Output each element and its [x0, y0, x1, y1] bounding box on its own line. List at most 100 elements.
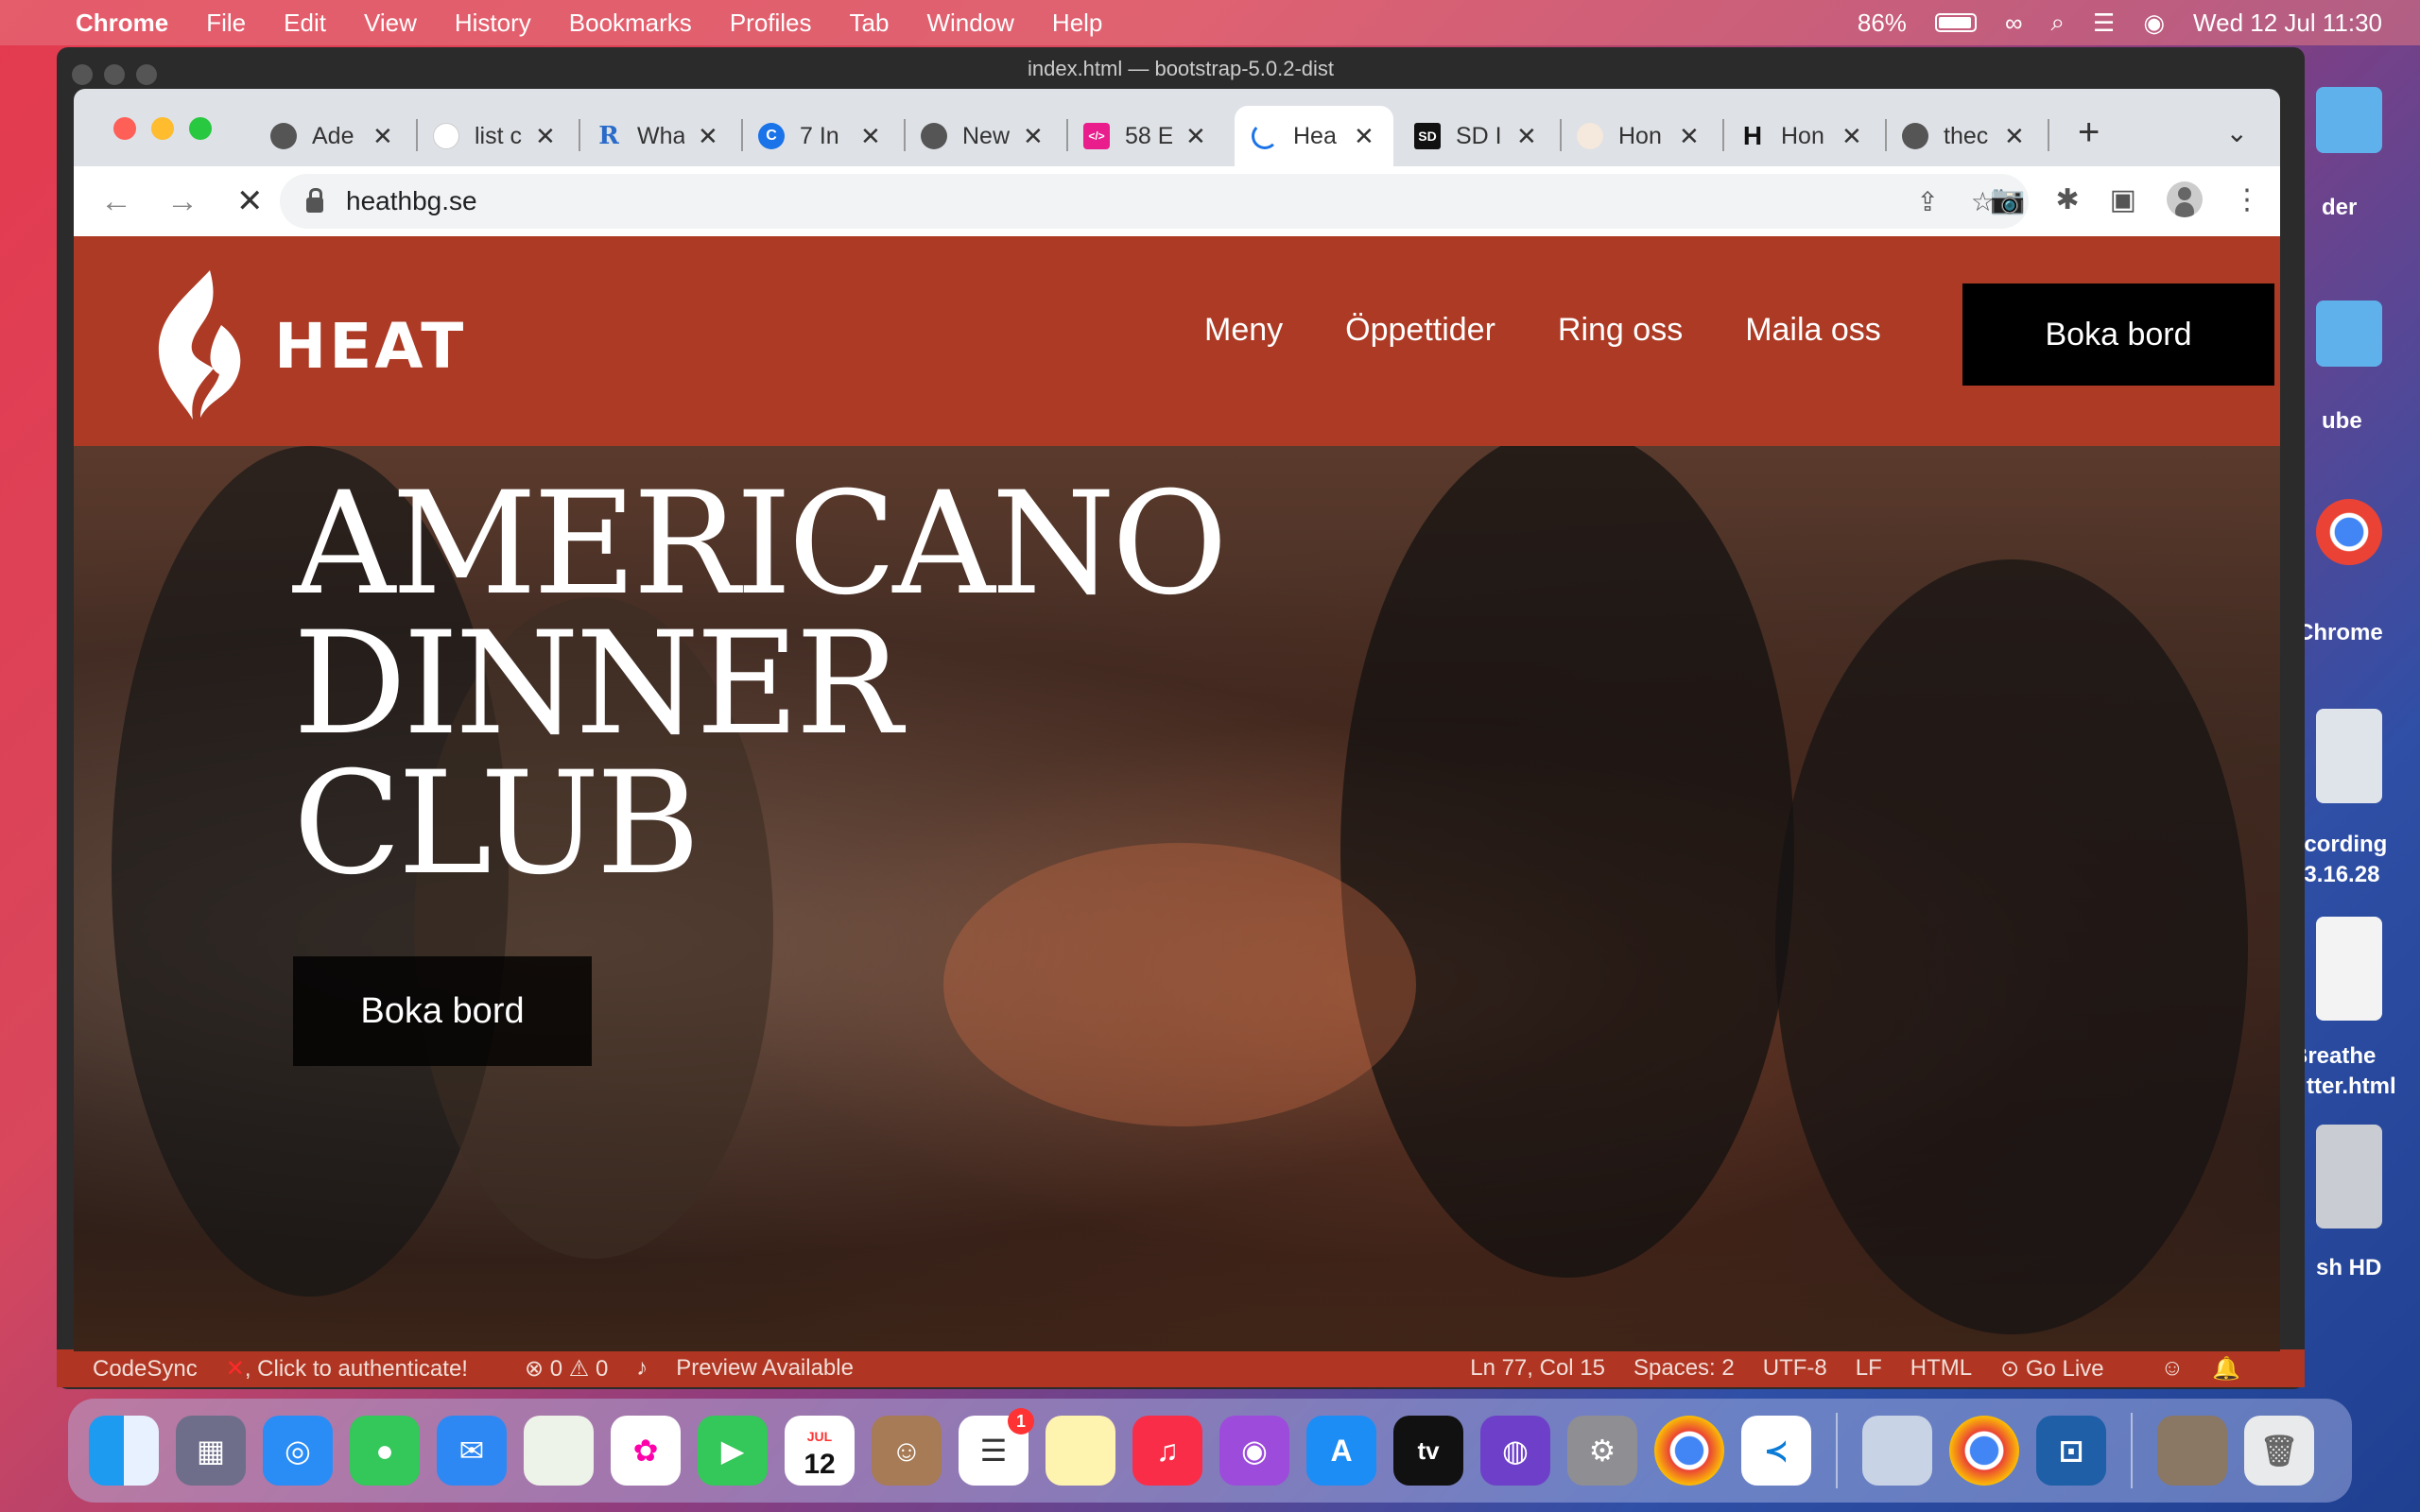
flame-logo-icon[interactable]: [155, 270, 246, 420]
indent-setting[interactable]: Spaces: 2: [1634, 1355, 1735, 1383]
mail-icon[interactable]: ✉: [437, 1416, 507, 1486]
close-tab-icon[interactable]: ✕: [860, 122, 881, 151]
language-mode[interactable]: HTML: [1910, 1355, 1972, 1383]
github-desktop-icon[interactable]: ◍: [1480, 1416, 1550, 1486]
menu-file[interactable]: File: [206, 9, 246, 38]
close-tab-icon[interactable]: ✕: [1679, 122, 1700, 151]
close-tab-icon[interactable]: ✕: [698, 122, 718, 151]
screen-recording-file-icon[interactable]: [2316, 709, 2382, 803]
launchpad-icon[interactable]: ▦: [176, 1416, 246, 1486]
stop-loading-icon[interactable]: ✕: [236, 182, 264, 220]
close-tab-icon[interactable]: ✕: [372, 122, 393, 151]
close-tab-icon[interactable]: ✕: [1023, 122, 1044, 151]
extensions-puzzle-icon[interactable]: ✱: [2056, 183, 2080, 216]
notes-icon[interactable]: [1046, 1416, 1115, 1486]
apple-tv-icon[interactable]: tv: [1393, 1416, 1463, 1486]
menu-help[interactable]: Help: [1052, 9, 1102, 38]
minimize-window-button[interactable]: [151, 117, 174, 140]
codesync-status[interactable]: CodeSync ✕, Click to authenticate!: [93, 1355, 496, 1383]
podcasts-icon[interactable]: ◉: [1219, 1416, 1289, 1486]
url-text[interactable]: heathbg.se: [346, 186, 477, 216]
hard-drive-icon[interactable]: [2316, 1125, 2382, 1228]
nav-link-maila-oss[interactable]: Maila oss: [1745, 312, 1881, 349]
preview-icon[interactable]: ♪: [636, 1355, 648, 1382]
menu-view[interactable]: View: [364, 9, 417, 38]
close-tab-icon[interactable]: ✕: [1841, 122, 1862, 151]
battery-percent[interactable]: 86%: [1858, 9, 1907, 38]
close-window-button[interactable]: [113, 117, 136, 140]
back-arrow-icon[interactable]: ←: [100, 183, 132, 220]
close-tab-icon[interactable]: ✕: [2004, 122, 2025, 151]
menu-tab[interactable]: Tab: [850, 9, 890, 38]
tab[interactable]: SD SD I ✕: [1397, 106, 1562, 166]
chrome-window-icon[interactable]: [1949, 1416, 2019, 1486]
nav-link-meny[interactable]: Meny: [1204, 312, 1283, 349]
menu-app-name[interactable]: Chrome: [76, 9, 168, 38]
close-tab-icon[interactable]: ✕: [1354, 122, 1374, 151]
bracket-window-icon[interactable]: ⊡: [2036, 1416, 2106, 1486]
cursor-position[interactable]: Ln 77, Col 15: [1470, 1355, 1605, 1383]
close-tab-icon[interactable]: ✕: [535, 122, 556, 151]
music-icon[interactable]: ♫: [1132, 1416, 1202, 1486]
system-preferences-icon[interactable]: ⚙: [1567, 1416, 1637, 1486]
tab[interactable]: </> 58 E ✕: [1066, 106, 1229, 166]
forward-arrow-icon[interactable]: →: [166, 183, 199, 220]
lock-icon[interactable]: [306, 188, 323, 213]
preview-document-icon[interactable]: [1862, 1416, 1932, 1486]
menu-profiles[interactable]: Profiles: [730, 9, 812, 38]
nav-link-oppettider[interactable]: Öppettider: [1345, 312, 1495, 349]
siri-icon[interactable]: ◉: [2143, 9, 2165, 38]
close-tab-icon[interactable]: ✕: [1185, 122, 1206, 151]
problems-status[interactable]: ⊗ 0 ⚠ 0: [525, 1355, 608, 1383]
tab-active[interactable]: Hea ✕: [1235, 106, 1393, 166]
tab-search-chevron-icon[interactable]: ⌄: [2226, 117, 2248, 148]
profile-avatar[interactable]: [2167, 181, 2203, 217]
tab[interactable]: H Hon ✕: [1722, 106, 1887, 166]
encoding[interactable]: UTF-8: [1763, 1355, 1827, 1383]
trash-icon[interactable]: 🗑: [2244, 1416, 2314, 1486]
html-file-icon[interactable]: [2316, 917, 2382, 1021]
messages-icon[interactable]: ●: [350, 1416, 420, 1486]
close-tab-icon[interactable]: ✕: [1516, 122, 1537, 151]
tab[interactable]: Ade ✕: [253, 106, 418, 166]
app-store-icon[interactable]: A: [1306, 1416, 1376, 1486]
line-ending[interactable]: LF: [1856, 1355, 1882, 1383]
menu-edit[interactable]: Edit: [284, 9, 326, 38]
control-center-icon[interactable]: ☰: [2093, 9, 2115, 38]
menu-window[interactable]: Window: [926, 9, 1013, 38]
preview-status[interactable]: Preview Available: [676, 1355, 854, 1382]
new-tab-plus-icon[interactable]: +: [2078, 112, 2100, 154]
chrome-icon[interactable]: [1654, 1416, 1724, 1486]
tab[interactable]: R Wha ✕: [579, 106, 743, 166]
menu-history[interactable]: History: [455, 9, 531, 38]
book-table-button[interactable]: Boka bord: [1962, 284, 2274, 386]
tab[interactable]: Hon ✕: [1560, 106, 1724, 166]
more-menu-icon[interactable]: ⋮: [2233, 183, 2261, 216]
tab[interactable]: list c ✕: [416, 106, 580, 166]
side-panel-icon[interactable]: ▣: [2110, 183, 2136, 216]
desktop-folder-icon[interactable]: [2316, 87, 2382, 153]
tab[interactable]: thec ✕: [1885, 106, 2049, 166]
address-bar[interactable]: heathbg.se ⇪ ☆: [280, 174, 2029, 229]
creative-cloud-icon[interactable]: ∞: [2005, 9, 2023, 38]
hero-book-table-button[interactable]: Boka bord: [293, 956, 592, 1066]
notifications-bell-icon[interactable]: 🔔: [2212, 1355, 2240, 1383]
desktop-folder-icon[interactable]: [2316, 301, 2382, 367]
reminders-icon[interactable]: ☰ 1: [959, 1408, 1034, 1486]
chrome-app-icon[interactable]: [2316, 499, 2382, 565]
zoom-window-button[interactable]: [189, 117, 212, 140]
contacts-icon[interactable]: ☺: [872, 1416, 942, 1486]
safari-icon[interactable]: ◎: [263, 1416, 333, 1486]
battery-icon[interactable]: [1934, 13, 1977, 32]
calendar-icon[interactable]: JUL 12: [785, 1416, 855, 1486]
spotlight-search-icon[interactable]: ⌕: [2050, 8, 2065, 38]
maps-icon[interactable]: [524, 1416, 594, 1486]
tab[interactable]: New ✕: [904, 106, 1068, 166]
tab[interactable]: C 7 In ✕: [741, 106, 906, 166]
camera-icon[interactable]: 📷: [1990, 183, 2025, 216]
nav-link-ring-oss[interactable]: Ring oss: [1558, 312, 1683, 349]
photos-icon[interactable]: ✿: [611, 1416, 681, 1486]
menu-bookmarks[interactable]: Bookmarks: [569, 9, 692, 38]
feedback-icon[interactable]: ☺: [2161, 1355, 2185, 1383]
finder-icon[interactable]: [89, 1416, 159, 1486]
